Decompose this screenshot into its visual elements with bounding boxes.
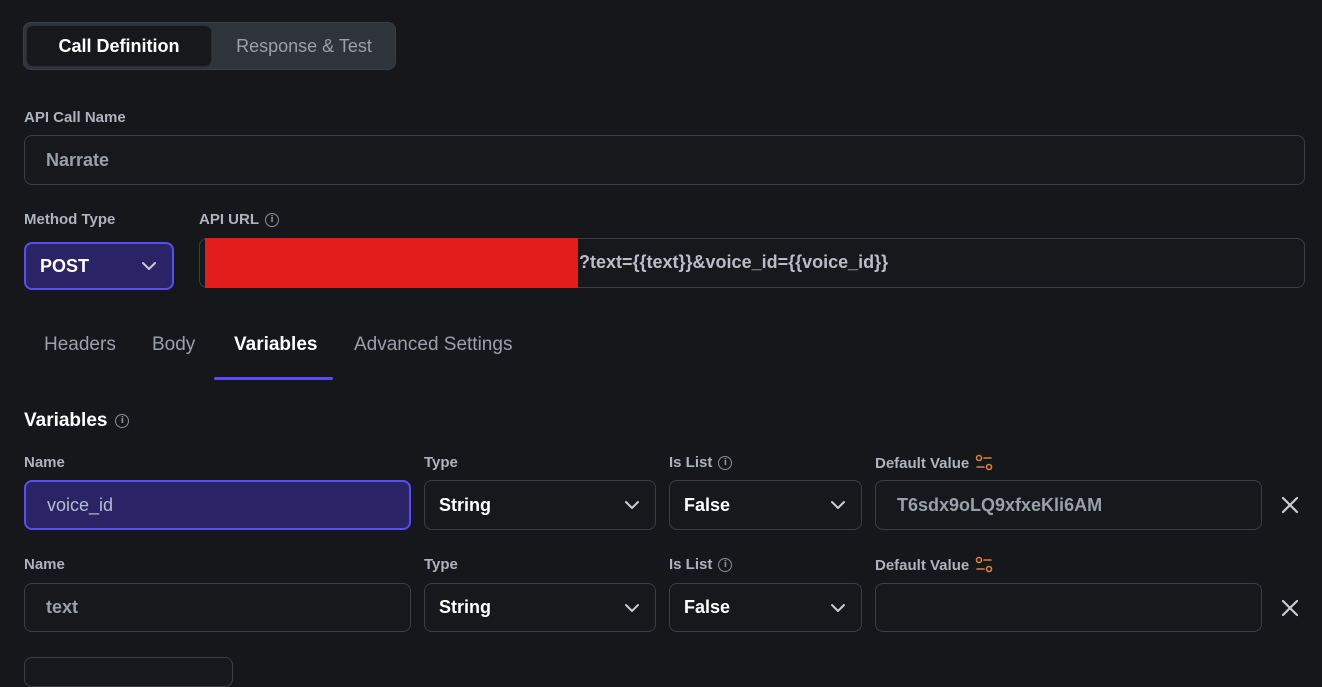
tab-advanced-settings[interactable]: Advanced Settings (354, 334, 512, 364)
tab-call-definition[interactable]: Call Definition (26, 25, 212, 67)
info-icon: i (718, 455, 733, 470)
variable-name-value: text (46, 597, 79, 617)
api-url-label-text: API URL (199, 211, 259, 228)
tab-headers[interactable]: Headers (44, 334, 116, 364)
variable-type-value: String (439, 494, 491, 515)
tab-response-test[interactable]: Response & Test (214, 25, 394, 67)
variable-name-input[interactable]: text (24, 583, 411, 632)
active-tab-indicator (214, 377, 333, 380)
variable-type-label-text: Type (424, 454, 458, 471)
variable-type-select[interactable]: String (424, 480, 656, 530)
variable-islist-label: Is List i (669, 454, 733, 471)
variable-name-label: Name (24, 556, 65, 573)
chevron-down-icon (625, 501, 639, 509)
variable-type-value: String (439, 597, 491, 617)
tab-variables[interactable]: Variables (234, 334, 317, 364)
variable-type-select[interactable]: String (424, 583, 656, 632)
variable-name-label-text: Name (24, 556, 65, 573)
variable-islist-label-text: Is List (669, 556, 713, 573)
variable-default-label-text: Default Value (875, 556, 970, 574)
chevron-down-icon (142, 262, 156, 270)
api-call-name-label: API Call Name (24, 109, 126, 126)
info-icon: i (718, 557, 733, 572)
api-call-name-label-text: API Call Name (24, 109, 126, 126)
tab-body[interactable]: Body (152, 334, 195, 364)
variable-name-label: Name (24, 454, 65, 471)
variable-islist-label-text: Is List (669, 454, 713, 471)
variable-name-value: voice_id (47, 494, 114, 515)
tune-icon[interactable] (975, 454, 993, 472)
variable-type-label: Type (424, 454, 458, 471)
tune-icon[interactable] (975, 556, 993, 574)
variable-islist-label: Is List i (669, 556, 733, 573)
variable-default-value: T6sdx9oLQ9xfxeKli6AM (897, 494, 1103, 515)
variable-islist-value: False (684, 597, 731, 617)
variable-name-label-text: Name (24, 454, 65, 471)
remove-variable-icon[interactable] (1279, 597, 1301, 619)
variable-islist-select[interactable]: False (669, 583, 862, 632)
method-type-value: POST (40, 255, 90, 276)
variable-default-label: Default Value (875, 454, 993, 472)
api-call-name-input[interactable]: Narrate (24, 135, 1305, 185)
info-icon: i (265, 212, 279, 227)
remove-variable-icon[interactable] (1279, 494, 1301, 516)
api-call-name-value: Narrate (46, 149, 110, 170)
redacted-url-block (205, 238, 578, 288)
variable-default-label: Default Value (875, 556, 993, 574)
variable-type-label: Type (424, 556, 458, 573)
variable-default-label-text: Default Value (875, 454, 970, 472)
method-type-label: Method Type (24, 211, 115, 228)
api-url-value: ?text={{text}}&voice_id={{voice_id}} (579, 252, 889, 272)
variable-islist-value: False (684, 494, 731, 515)
variable-name-input[interactable]: voice_id (24, 480, 411, 530)
chevron-down-icon (831, 501, 845, 509)
chevron-down-icon (831, 603, 845, 612)
variable-default-input[interactable]: T6sdx9oLQ9xfxeKli6AM (875, 480, 1262, 530)
variable-type-label-text: Type (424, 556, 458, 573)
chevron-down-icon (625, 603, 639, 612)
variables-title-text: Variables (24, 410, 108, 431)
api-url-label: API URL i (199, 211, 279, 228)
variable-islist-select[interactable]: False (669, 480, 862, 530)
add-variable-button[interactable] (24, 657, 233, 687)
variables-section-title: Variables i (24, 410, 130, 432)
info-icon: i (115, 414, 130, 428)
variable-default-input[interactable] (875, 583, 1262, 632)
definition-tab-switcher: Call Definition Response & Test (23, 22, 396, 70)
method-type-label-text: Method Type (24, 211, 116, 228)
method-type-select[interactable]: POST (24, 242, 174, 290)
